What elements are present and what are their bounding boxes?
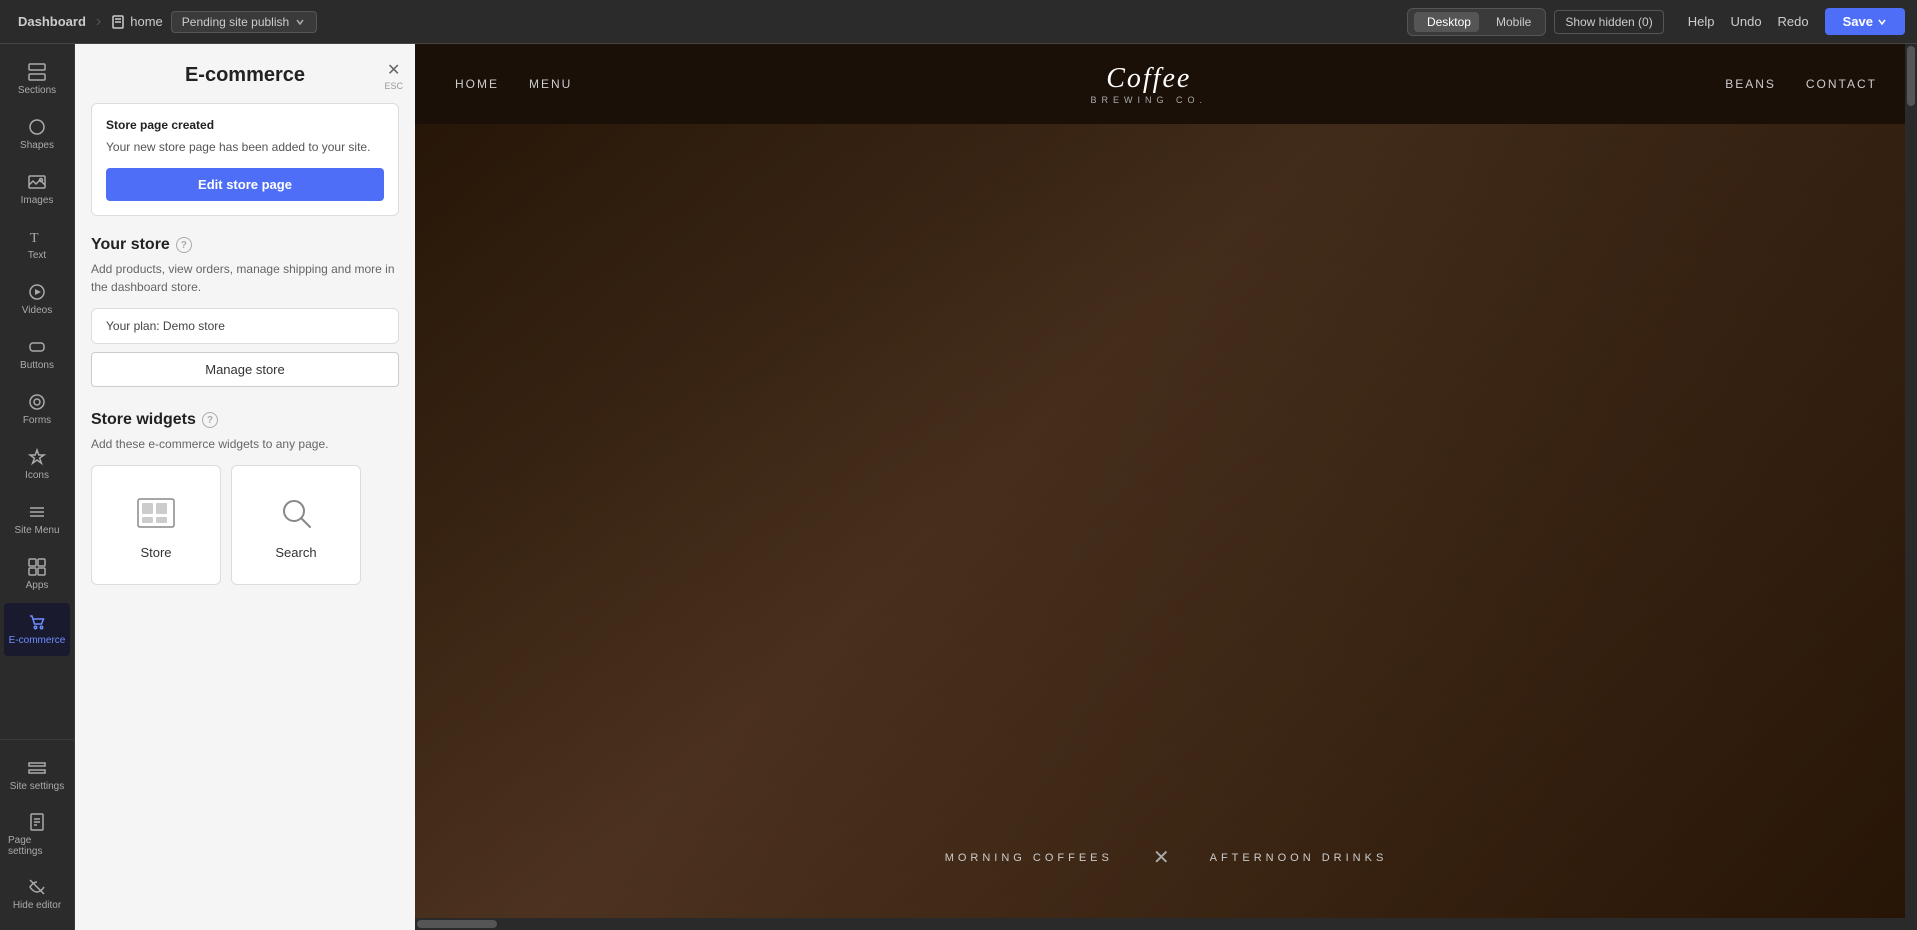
search-widget-icon	[274, 491, 318, 535]
svg-text:T: T	[30, 231, 39, 246]
left-sidebar: Sections Shapes Images T Text Videos But…	[0, 44, 75, 930]
canvas-scrollbar-vertical[interactable]	[1905, 44, 1917, 930]
your-store-title: Your store ?	[91, 236, 399, 254]
website-frame: HOME MENU Coffee BREWING CO. BEANS CONTA	[415, 44, 1917, 930]
help-button[interactable]: Help	[1688, 14, 1715, 29]
panel-title: E-commerce	[185, 64, 305, 87]
nav-contact-link[interactable]: CONTACT	[1806, 77, 1877, 91]
sidebar-item-sitemenu[interactable]: Site Menu	[4, 493, 70, 546]
store-created-box: Store page created Your new store page h…	[91, 103, 399, 216]
canvas-scrollbar-horizontal[interactable]	[415, 918, 1905, 930]
icons-icon	[28, 448, 46, 466]
website-preview: HOME MENU Coffee BREWING CO. BEANS CONTA	[415, 44, 1917, 930]
sidebar-item-icons[interactable]: Icons	[4, 438, 70, 491]
nav-left-links: HOME MENU	[455, 77, 572, 91]
hero-tab-separator: ✕	[1153, 845, 1170, 870]
desktop-view-button[interactable]: Desktop	[1414, 12, 1479, 32]
widgets-grid: Store Search	[91, 465, 399, 585]
images-icon	[28, 173, 46, 191]
videos-icon	[28, 283, 46, 301]
dashboard-brand[interactable]: Dashboard	[12, 14, 86, 29]
main-area: Sections Shapes Images T Text Videos But…	[0, 44, 1917, 930]
panel-close-button[interactable]: ✕ ESC	[384, 60, 403, 91]
sections-icon	[28, 63, 46, 81]
store-widget-label: Store	[140, 545, 171, 560]
nav-menu-link[interactable]: MENU	[529, 77, 572, 91]
undo-button[interactable]: Undo	[1730, 14, 1761, 29]
logo-text: Coffee	[1091, 63, 1208, 95]
chevron-down-icon	[1877, 17, 1887, 27]
hide-editor-icon	[28, 878, 46, 896]
your-store-help-icon[interactable]: ?	[176, 237, 192, 253]
hero-tab-afternoon[interactable]: AFTERNOON DRINKS	[1210, 852, 1388, 864]
sidebar-item-shapes[interactable]: Shapes	[4, 108, 70, 161]
store-widgets-title: Store widgets ?	[91, 411, 399, 429]
store-widgets-desc: Add these e-commerce widgets to any page…	[91, 435, 399, 453]
save-button[interactable]: Save	[1825, 8, 1905, 35]
scrollbar-thumb-horizontal	[417, 920, 497, 928]
search-widget-label: Search	[275, 545, 316, 560]
store-widget-icon	[134, 491, 178, 535]
shapes-icon	[28, 118, 46, 136]
your-store-desc: Add products, view orders, manage shippi…	[91, 260, 399, 296]
hero-tabs: MORNING COFFEES ✕ AFTERNOON DRINKS	[945, 845, 1388, 870]
view-toggle-group: Desktop Mobile	[1407, 8, 1546, 36]
ecommerce-icon	[28, 613, 46, 631]
sitemenu-icon	[28, 503, 46, 521]
page-settings-icon	[28, 813, 46, 831]
site-settings-icon	[28, 759, 46, 777]
sidebar-item-buttons[interactable]: Buttons	[4, 328, 70, 381]
show-hidden-button[interactable]: Show hidden (0)	[1554, 10, 1663, 34]
sidebar-item-ecommerce[interactable]: E-commerce	[4, 603, 70, 656]
sidebar-item-forms[interactable]: Forms	[4, 383, 70, 436]
canvas-area: HOME MENU Coffee BREWING CO. BEANS CONTA	[415, 44, 1917, 930]
sidebar-item-text[interactable]: T Text	[4, 218, 70, 271]
panel-content: Store page created Your new store page h…	[75, 103, 415, 601]
store-created-title: Store page created	[106, 118, 384, 132]
store-widgets-help-icon[interactable]: ?	[202, 412, 218, 428]
nav-beans-link[interactable]: BEANS	[1725, 77, 1776, 91]
home-tab[interactable]: home	[111, 14, 163, 29]
sidebar-item-page-settings[interactable]: Page settings	[4, 803, 70, 867]
nav-right-links: BEANS CONTACT	[1725, 77, 1877, 91]
text-icon: T	[28, 228, 46, 246]
apps-icon	[28, 558, 46, 576]
sidebar-items: Sections Shapes Images T Text Videos But…	[0, 44, 74, 739]
sidebar-item-sections[interactable]: Sections	[4, 53, 70, 106]
sidebar-item-apps[interactable]: Apps	[4, 548, 70, 601]
chevron-down-icon	[294, 16, 306, 28]
topbar: Dashboard › home Pending site publish De…	[0, 0, 1917, 44]
pending-publish-badge[interactable]: Pending site publish	[171, 11, 317, 33]
edit-store-page-button[interactable]: Edit store page	[106, 168, 384, 201]
sidebar-item-hide-editor[interactable]: Hide editor	[4, 868, 70, 921]
site-logo: Coffee BREWING CO.	[1091, 63, 1208, 105]
manage-store-button[interactable]: Manage store	[91, 352, 399, 387]
panel-header: E-commerce ✕ ESC	[75, 44, 415, 103]
ecommerce-panel: E-commerce ✕ ESC Store page created Your…	[75, 44, 415, 930]
logo-sub: BREWING CO.	[1091, 95, 1208, 105]
topbar-right-actions: Help Undo Redo Save	[1688, 8, 1905, 35]
store-widget-card[interactable]: Store	[91, 465, 221, 585]
page-icon	[111, 15, 125, 29]
mobile-view-button[interactable]: Mobile	[1483, 12, 1539, 32]
forms-icon	[28, 393, 46, 411]
sidebar-item-images[interactable]: Images	[4, 163, 70, 216]
hero-section: MORNING COFFEES ✕ AFTERNOON DRINKS	[415, 124, 1917, 930]
sidebar-item-videos[interactable]: Videos	[4, 273, 70, 326]
hero-tab-morning[interactable]: MORNING COFFEES	[945, 852, 1113, 864]
buttons-icon	[28, 338, 46, 356]
plan-box: Your plan: Demo store	[91, 308, 399, 344]
sidebar-item-site-settings[interactable]: Site settings	[4, 749, 70, 802]
sidebar-bottom: Site settings Page settings Hide editor	[0, 739, 74, 930]
nav-home-link[interactable]: HOME	[455, 77, 499, 91]
site-navigation: HOME MENU Coffee BREWING CO. BEANS CONTA	[415, 44, 1917, 124]
scrollbar-thumb-vertical	[1907, 46, 1915, 106]
search-widget-card[interactable]: Search	[231, 465, 361, 585]
store-created-text: Your new store page has been added to yo…	[106, 138, 384, 156]
redo-button[interactable]: Redo	[1778, 14, 1809, 29]
